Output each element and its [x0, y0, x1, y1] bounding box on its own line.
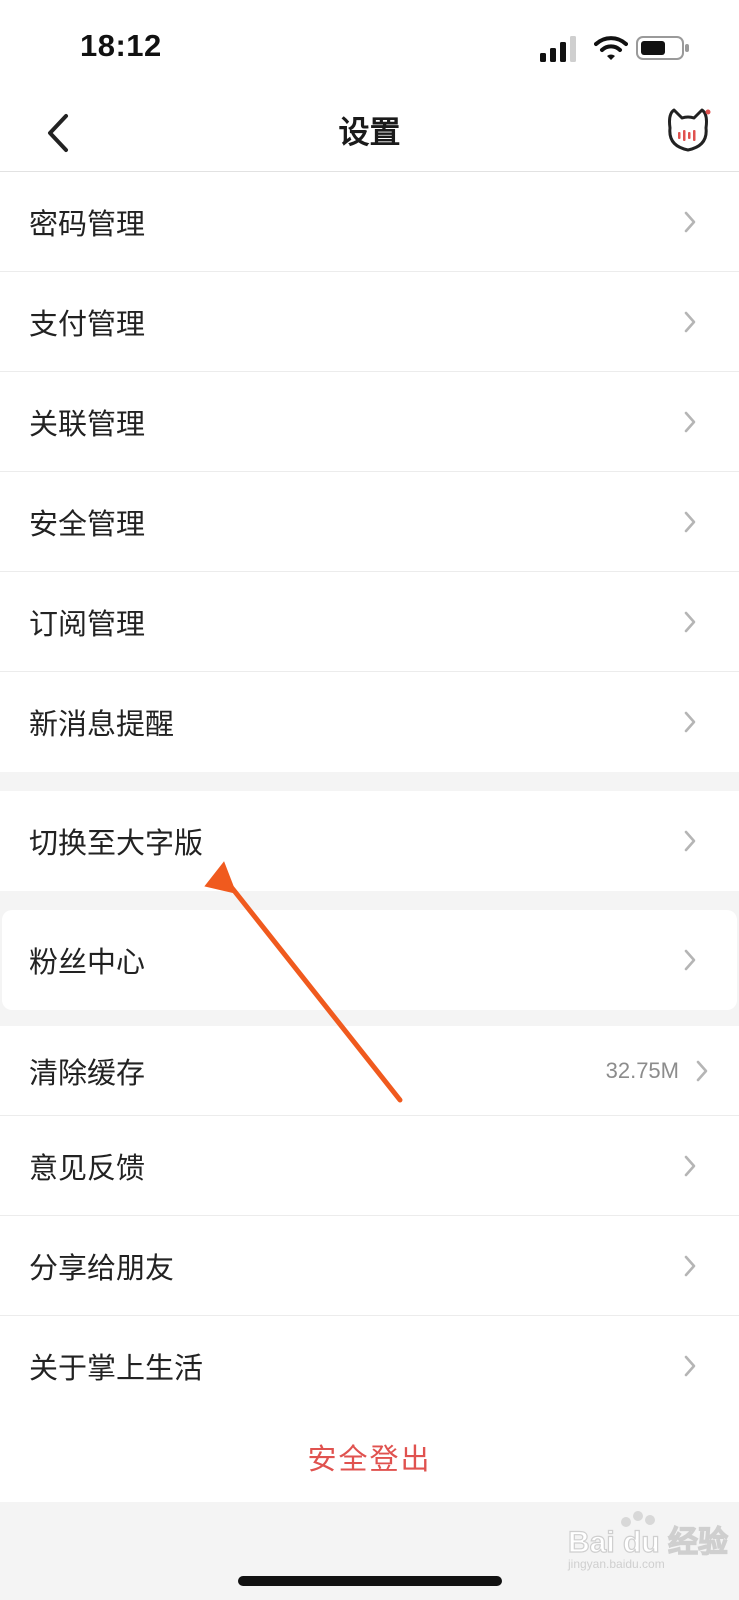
- settings-item-label: 支付管理: [29, 307, 146, 341]
- settings-item-linked[interactable]: 关联管理: [0, 372, 739, 472]
- settings-item-label: 密码管理: [29, 207, 146, 241]
- settings-item-label: 清除缓存: [29, 1056, 146, 1090]
- chevron-right-icon: [684, 830, 696, 852]
- settings-item-large-font[interactable]: 切换至大字版: [0, 791, 739, 891]
- settings-item-feedback[interactable]: 意见反馈: [0, 1116, 739, 1216]
- watermark-text: Bai du 经验: [568, 1525, 728, 1559]
- settings-item-clear-cache[interactable]: 清除缓存 32.75M: [0, 1026, 739, 1116]
- page-title: 设置: [338, 115, 401, 151]
- chevron-right-icon: [684, 411, 696, 433]
- status-bar: 18:12: [0, 0, 739, 96]
- chevron-right-icon: [684, 1355, 696, 1377]
- chevron-right-icon: [684, 711, 696, 733]
- settings-item-password[interactable]: 密码管理: [0, 172, 739, 272]
- cache-size-value: 32.75M: [605, 1058, 679, 1083]
- settings-item-notifications[interactable]: 新消息提醒: [0, 672, 739, 772]
- watermark-subtext: jingyan.baidu.com: [567, 1557, 665, 1571]
- logout-button[interactable]: 安全登出: [0, 1412, 739, 1502]
- chevron-right-icon: [684, 949, 696, 971]
- settings-item-fans-center[interactable]: 粉丝中心: [2, 910, 737, 1010]
- status-time: 18:12: [80, 28, 162, 63]
- watermark-logo: Bai du 经验 jingyan.baidu.com: [567, 1511, 729, 1571]
- battery-icon: [636, 36, 689, 60]
- settings-item-label: 粉丝中心: [29, 945, 146, 979]
- chevron-right-icon: [684, 1255, 696, 1277]
- settings-item-label: 切换至大字版: [29, 826, 204, 860]
- navigation-bar: 设置: [0, 96, 739, 172]
- chevron-right-icon: [684, 611, 696, 633]
- chevron-right-icon: [684, 511, 696, 533]
- chevron-right-icon: [684, 311, 696, 333]
- settings-item-about[interactable]: 关于掌上生活: [0, 1316, 739, 1416]
- settings-item-label: 安全管理: [29, 507, 146, 541]
- wifi-icon: [594, 36, 628, 60]
- settings-item-label: 分享给朋友: [29, 1251, 175, 1285]
- settings-item-subscription[interactable]: 订阅管理: [0, 572, 739, 672]
- home-indicator[interactable]: [238, 1576, 502, 1586]
- settings-item-security[interactable]: 安全管理: [0, 472, 739, 572]
- settings-item-label: 新消息提醒: [29, 707, 175, 741]
- settings-item-share[interactable]: 分享给朋友: [0, 1216, 739, 1316]
- settings-item-label: 订阅管理: [29, 607, 146, 641]
- chevron-right-icon: [684, 211, 696, 233]
- logout-label: 安全登出: [307, 1442, 432, 1476]
- chevron-right-icon: [684, 1155, 696, 1177]
- mascot-icon[interactable]: [664, 106, 712, 156]
- chevron-right-icon: [696, 1060, 708, 1082]
- settings-item-payment[interactable]: 支付管理: [0, 272, 739, 372]
- signal-icon: [540, 36, 576, 62]
- settings-item-label: 关联管理: [29, 407, 146, 441]
- settings-item-label: 意见反馈: [29, 1151, 146, 1185]
- settings-item-label: 关于掌上生活: [29, 1351, 204, 1385]
